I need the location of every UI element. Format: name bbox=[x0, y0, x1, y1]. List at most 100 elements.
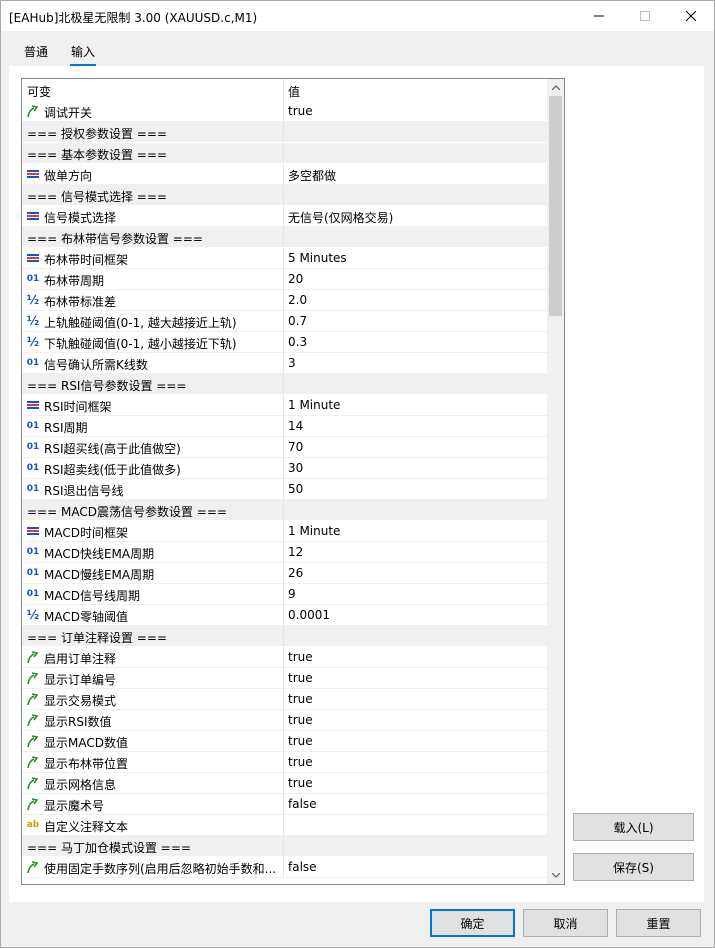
parameter-value-cell[interactable]: false bbox=[284, 857, 547, 877]
parameter-value-cell[interactable]: false bbox=[284, 794, 547, 814]
parameter-value-cell[interactable]: 1 Minute bbox=[284, 395, 547, 415]
tab-inputs[interactable]: 输入 bbox=[71, 43, 95, 60]
section-row[interactable]: === 基本参数设置 === bbox=[22, 143, 547, 164]
parameter-value[interactable]: false bbox=[288, 797, 317, 811]
parameter-value[interactable]: 1 Minute bbox=[288, 398, 340, 412]
parameter-value[interactable]: true bbox=[288, 671, 313, 685]
parameter-value[interactable]: 14 bbox=[288, 419, 303, 433]
parameter-value-cell[interactable]: true bbox=[284, 647, 547, 667]
parameter-row[interactable]: ½ 上轨触碰阈值(0-1, 越大越接近上轨) 0.7 bbox=[22, 311, 547, 332]
parameter-value[interactable]: 多空都做 bbox=[288, 167, 336, 184]
parameter-row[interactable]: 做单方向 多空都做 bbox=[22, 164, 547, 185]
parameter-value-cell[interactable] bbox=[284, 626, 547, 646]
parameter-value-cell[interactable] bbox=[284, 185, 547, 205]
parameter-row[interactable]: 显示布林带位置 true bbox=[22, 752, 547, 773]
scroll-up-arrow[interactable] bbox=[547, 79, 564, 96]
parameter-row[interactable]: 显示MACD数值 true bbox=[22, 731, 547, 752]
parameter-value[interactable]: 2.0 bbox=[288, 293, 307, 307]
parameter-value-cell[interactable] bbox=[284, 500, 547, 520]
parameter-value-cell[interactable] bbox=[284, 836, 547, 856]
parameter-row[interactable]: 显示网格信息 true bbox=[22, 773, 547, 794]
parameter-value[interactable]: true bbox=[288, 734, 313, 748]
parameter-row[interactable]: MACD时间框架 1 Minute bbox=[22, 521, 547, 542]
parameter-value-cell[interactable]: true bbox=[284, 731, 547, 751]
parameter-value-cell[interactable]: 14 bbox=[284, 416, 547, 436]
parameter-value-cell[interactable] bbox=[284, 374, 547, 394]
parameter-row[interactable]: 调试开关 true bbox=[22, 101, 547, 122]
section-row[interactable]: === MACD震荡信号参数设置 === bbox=[22, 500, 547, 521]
parameter-value-cell[interactable]: true bbox=[284, 668, 547, 688]
parameter-value-cell[interactable]: true bbox=[284, 773, 547, 793]
parameter-value-cell[interactable]: 9 bbox=[284, 584, 547, 604]
parameter-value-cell[interactable]: 12 bbox=[284, 542, 547, 562]
parameter-value[interactable]: true bbox=[288, 755, 313, 769]
parameter-value[interactable]: true bbox=[288, 776, 313, 790]
parameter-value-cell[interactable]: 70 bbox=[284, 437, 547, 457]
parameter-value[interactable]: 0.3 bbox=[288, 335, 307, 349]
ok-button[interactable]: 确定 bbox=[430, 909, 515, 937]
parameter-value[interactable]: 20 bbox=[288, 272, 303, 286]
parameter-row[interactable]: 01 MACD信号线周期 9 bbox=[22, 584, 547, 605]
parameter-value-cell[interactable]: 0.3 bbox=[284, 332, 547, 352]
save-button[interactable]: 保存(S) bbox=[573, 853, 694, 881]
parameter-value[interactable]: 9 bbox=[288, 587, 296, 601]
parameter-value-cell[interactable]: 2.0 bbox=[284, 290, 547, 310]
tab-general[interactable]: 普通 bbox=[24, 43, 48, 60]
parameter-row[interactable]: 01 RSI退出信号线 50 bbox=[22, 479, 547, 500]
parameter-value-cell[interactable] bbox=[284, 815, 547, 835]
parameter-row[interactable]: 01 信号确认所需K线数 3 bbox=[22, 353, 547, 374]
section-row[interactable]: === 授权参数设置 === bbox=[22, 122, 547, 143]
parameter-row[interactable]: ab 自定义注释文本 bbox=[22, 815, 547, 836]
parameter-value-cell[interactable]: 50 bbox=[284, 479, 547, 499]
parameter-value[interactable]: true bbox=[288, 650, 313, 664]
section-row[interactable]: === RSI信号参数设置 === bbox=[22, 374, 547, 395]
close-button[interactable] bbox=[668, 1, 714, 31]
reset-button[interactable]: 重置 bbox=[616, 909, 701, 937]
parameter-row[interactable]: 显示RSI数值 true bbox=[22, 710, 547, 731]
parameter-value-cell[interactable]: 20 bbox=[284, 269, 547, 289]
section-row[interactable]: === 马丁加仓模式设置 === bbox=[22, 836, 547, 857]
section-row[interactable]: === 订单注释设置 === bbox=[22, 626, 547, 647]
parameter-row[interactable]: ½ MACD零轴阈值 0.0001 bbox=[22, 605, 547, 626]
section-row[interactable]: === 信号模式选择 === bbox=[22, 185, 547, 206]
parameter-value-cell[interactable]: 无信号(仅网格交易) bbox=[284, 206, 547, 226]
cancel-button[interactable]: 取消 bbox=[523, 909, 608, 937]
parameter-value[interactable]: 5 Minutes bbox=[288, 251, 347, 265]
parameter-row[interactable]: RSI时间框架 1 Minute bbox=[22, 395, 547, 416]
parameter-value-cell[interactable]: 0.7 bbox=[284, 311, 547, 331]
parameter-value[interactable]: 70 bbox=[288, 440, 303, 454]
minimize-button[interactable] bbox=[576, 1, 622, 31]
parameter-value-cell[interactable]: true bbox=[284, 101, 547, 121]
parameter-value[interactable]: 0.0001 bbox=[288, 608, 330, 622]
parameter-value-cell[interactable] bbox=[284, 143, 547, 163]
parameter-value-cell[interactable]: 1 Minute bbox=[284, 521, 547, 541]
parameter-value[interactable]: 50 bbox=[288, 482, 303, 496]
parameter-value[interactable]: 无信号(仅网格交易) bbox=[288, 209, 393, 226]
maximize-button[interactable] bbox=[622, 1, 668, 31]
parameter-value-cell[interactable]: 0.0001 bbox=[284, 605, 547, 625]
parameter-value[interactable]: 3 bbox=[288, 356, 296, 370]
parameter-row[interactable]: 布林带时间框架 5 Minutes bbox=[22, 248, 547, 269]
parameter-row[interactable]: 启用订单注释 true bbox=[22, 647, 547, 668]
parameter-value[interactable]: 30 bbox=[288, 461, 303, 475]
parameter-value[interactable]: true bbox=[288, 692, 313, 706]
parameter-row[interactable]: 显示魔术号 false bbox=[22, 794, 547, 815]
parameter-value[interactable]: 26 bbox=[288, 566, 303, 580]
parameter-value-cell[interactable]: 26 bbox=[284, 563, 547, 583]
parameter-value-cell[interactable]: 多空都做 bbox=[284, 164, 547, 184]
parameter-value[interactable]: true bbox=[288, 713, 313, 727]
parameter-row[interactable]: ½ 布林带标准差 2.0 bbox=[22, 290, 547, 311]
parameter-value[interactable]: true bbox=[288, 104, 313, 118]
vertical-scrollbar[interactable] bbox=[547, 79, 564, 884]
parameter-value-cell[interactable]: 5 Minutes bbox=[284, 248, 547, 268]
parameter-row[interactable]: 显示订单编号 true bbox=[22, 668, 547, 689]
parameter-value[interactable]: 1 Minute bbox=[288, 524, 340, 538]
parameter-row[interactable]: 01 RSI超买线(高于此值做空) 70 bbox=[22, 437, 547, 458]
parameter-value[interactable]: 12 bbox=[288, 545, 303, 559]
parameter-row[interactable]: 01 布林带周期 20 bbox=[22, 269, 547, 290]
load-button[interactable]: 载入(L) bbox=[573, 813, 694, 841]
parameter-value[interactable]: false bbox=[288, 860, 317, 874]
scrollbar-thumb[interactable] bbox=[549, 96, 562, 316]
column-header-name[interactable]: 可变 bbox=[27, 83, 51, 100]
parameter-row[interactable]: 使用固定手数序列(启用后忽略初始手数和... false bbox=[22, 857, 547, 878]
